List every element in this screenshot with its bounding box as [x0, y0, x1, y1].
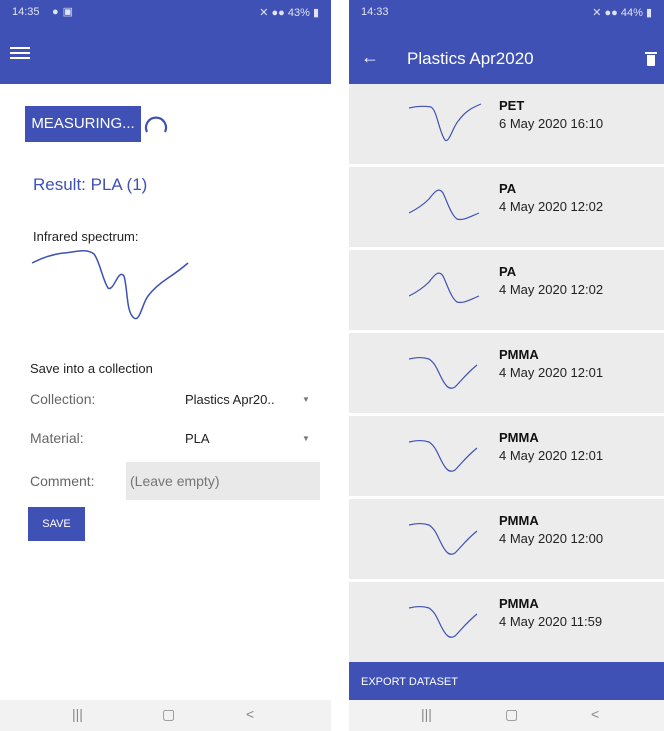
system-nav-bar: ||| ▢ <: [0, 700, 331, 731]
status-bar: 14:35 ●▣ ✕ ●● 43% ▮: [0, 0, 331, 36]
spectrum-thumbnail: [409, 605, 478, 638]
app-bar: [0, 36, 331, 84]
material-label: Material:: [30, 430, 84, 446]
collection-screen: 14:33 ✕ ●● 44% ▮ ← Plastics Apr2020 PET …: [349, 0, 664, 731]
item-material: PET: [499, 98, 525, 113]
spectrum-thumbnail: [409, 103, 482, 142]
battery-level: 44%: [620, 7, 643, 19]
measure-button[interactable]: MEASURING...: [25, 106, 141, 142]
item-date: 4 May 2020 12:02: [499, 199, 604, 214]
list-item[interactable]: PET 6 May 2020 16:10: [349, 84, 664, 167]
page-title: Plastics Apr2020: [407, 49, 534, 68]
spectrum-thumbnail: [409, 272, 480, 304]
spectrum-thumbnail: [409, 189, 480, 221]
system-nav-bar: ||| ▢ <: [349, 700, 664, 731]
comment-input[interactable]: [126, 462, 320, 500]
item-date: 4 May 2020 12:02: [499, 282, 604, 297]
status-right: ✕ ●● 44% ▮: [592, 6, 652, 19]
chevron-down-icon[interactable]: ▼: [302, 395, 310, 404]
item-material: PA: [499, 181, 517, 196]
spinner-icon: [144, 116, 168, 133]
item-material: PA: [499, 264, 517, 279]
export-dataset-button[interactable]: EXPORT DATASET: [349, 662, 664, 700]
result-text: Result: PLA (1): [33, 175, 148, 194]
battery-icon: ▮: [645, 7, 652, 19]
list-item[interactable]: PMMA 4 May 2020 11:59: [349, 582, 664, 665]
collection-label: Collection:: [30, 391, 96, 407]
spectrum-thumbnail: [409, 356, 478, 389]
status-right: ✕ ●● 43% ▮: [259, 6, 319, 19]
back-arrow-icon[interactable]: ←: [361, 47, 379, 68]
save-section-title: Save into a collection: [30, 361, 153, 376]
item-material: PMMA: [499, 430, 539, 445]
measurement-list: PET 6 May 2020 16:10 PA 4 May 2020 12:02…: [349, 84, 664, 665]
nav-back-icon[interactable]: <: [591, 706, 599, 722]
comment-label: Comment:: [30, 473, 95, 489]
signal-icons: ✕ ●●: [259, 7, 288, 19]
item-date: 4 May 2020 11:59: [499, 614, 603, 629]
list-item[interactable]: PA 4 May 2020 12:02: [349, 167, 664, 250]
spectrum-thumbnail: [409, 522, 478, 555]
spectrum-thumbnail: [409, 439, 478, 472]
status-time: 14:35: [12, 6, 40, 18]
battery-icon: ▮: [312, 7, 319, 19]
item-material: PMMA: [499, 596, 539, 611]
item-date: 4 May 2020 12:01: [499, 365, 604, 380]
status-bar: 14:33 ✕ ●● 44% ▮: [349, 0, 664, 36]
item-material: PMMA: [499, 513, 539, 528]
status-time: 14:33: [361, 6, 389, 18]
material-select[interactable]: PLA: [185, 431, 210, 446]
chevron-down-icon[interactable]: ▼: [302, 434, 310, 443]
item-date: 4 May 2020 12:01: [499, 448, 604, 463]
signal-icons: ✕ ●●: [592, 7, 621, 19]
item-material: PMMA: [499, 347, 539, 362]
item-date: 6 May 2020 16:10: [499, 116, 604, 131]
save-button[interactable]: SAVE: [28, 507, 85, 541]
app-bar: ← Plastics Apr2020: [349, 36, 664, 84]
list-item[interactable]: PMMA 4 May 2020 12:01: [349, 333, 664, 416]
list-item[interactable]: PMMA 4 May 2020 12:00: [349, 499, 664, 582]
recents-icon[interactable]: |||: [421, 706, 432, 722]
recents-icon[interactable]: |||: [72, 706, 83, 722]
menu-icon[interactable]: [10, 44, 30, 64]
collection-select[interactable]: Plastics Apr20..: [185, 392, 275, 407]
home-icon[interactable]: ▢: [162, 706, 175, 723]
trash-icon[interactable]: [645, 52, 657, 66]
notification-icons: ●▣: [52, 6, 78, 18]
battery-level: 43%: [287, 7, 310, 19]
spectrum-plot: [31, 250, 189, 320]
measure-screen: 14:35 ●▣ ✕ ●● 43% ▮ MEASURING... Result:…: [0, 0, 331, 731]
nav-back-icon[interactable]: <: [246, 706, 254, 722]
list-item[interactable]: PA 4 May 2020 12:02: [349, 250, 664, 333]
spectrum-label: Infrared spectrum:: [33, 229, 139, 244]
home-icon[interactable]: ▢: [505, 706, 518, 723]
list-item[interactable]: PMMA 4 May 2020 12:01: [349, 416, 664, 499]
item-date: 4 May 2020 12:00: [499, 531, 604, 546]
